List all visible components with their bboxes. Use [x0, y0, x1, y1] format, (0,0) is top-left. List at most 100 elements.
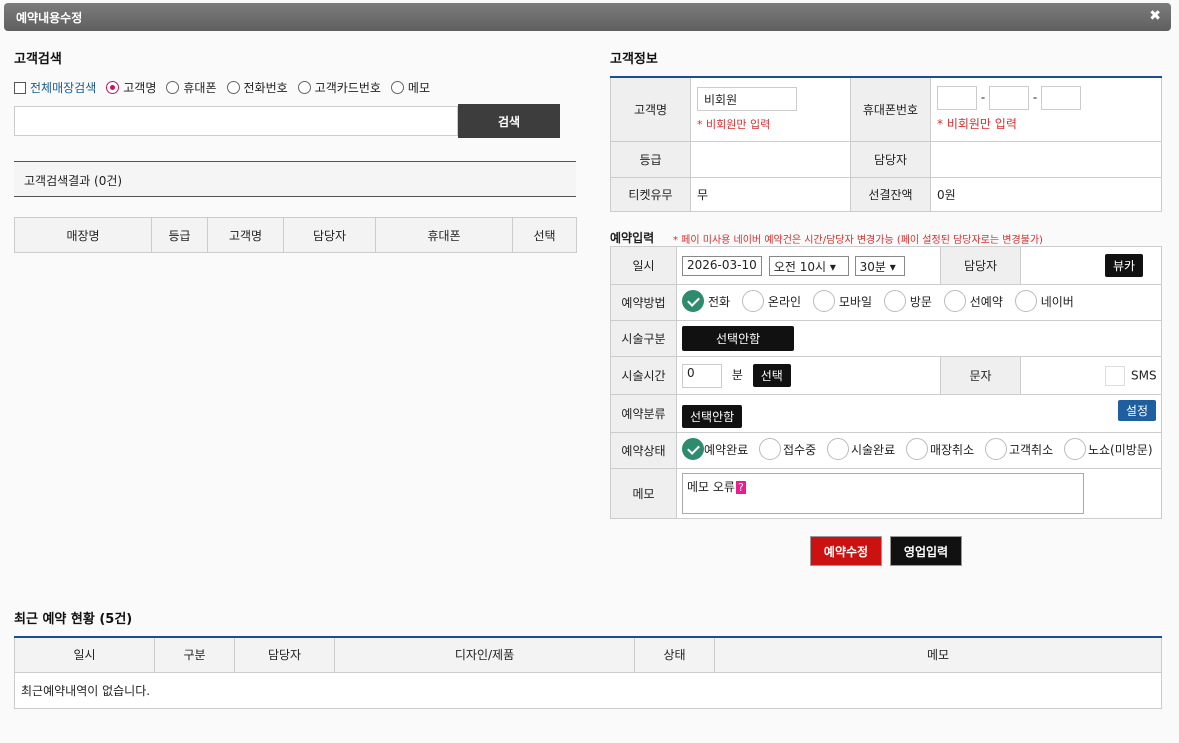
- minute-select[interactable]: 30분 ▾: [854, 255, 905, 276]
- all-stores-checkbox[interactable]: [14, 81, 26, 94]
- chevron-down-icon: ▾: [889, 259, 896, 274]
- staff-label: 담당자: [850, 140, 931, 178]
- category-select-button[interactable]: 선택안함: [682, 405, 743, 428]
- treatment-label: 시술구분: [610, 320, 677, 357]
- column-header: 디자인/제품: [334, 636, 635, 673]
- status-option-store-cancel[interactable]: 매장취소: [905, 438, 975, 460]
- status-label-text: 시술완료: [850, 442, 896, 457]
- reservation-staff-label: 담당자: [940, 246, 1021, 285]
- phone-note: * 비회원만 입력: [937, 117, 1017, 132]
- recent-heading: 최근 예약 현황 (5건): [14, 612, 133, 627]
- check-icon: [682, 438, 704, 460]
- circle-icon: [741, 290, 764, 312]
- hour-value: 오전 10시: [773, 259, 827, 274]
- circle-icon: [1014, 290, 1037, 312]
- column-header: 일시: [14, 636, 155, 673]
- radio-memo[interactable]: [390, 81, 404, 94]
- radio-customer-name[interactable]: [106, 81, 120, 94]
- method-option-visit[interactable]: 방문: [883, 290, 932, 312]
- status-option-done[interactable]: 시술완료: [826, 438, 896, 460]
- edit-reservation-button[interactable]: 예약수정: [810, 536, 882, 566]
- treatment-select-button[interactable]: 선택안함: [682, 326, 795, 351]
- method-option-naver[interactable]: 네이버: [1014, 290, 1074, 312]
- circle-icon: [905, 438, 928, 460]
- circle-icon: [984, 438, 1007, 460]
- category-label: 예약분류: [610, 394, 677, 433]
- phone-part-2-input[interactable]: [989, 86, 1029, 111]
- reservation-table: 일시 2026-03-10 오전 10시 ▾ 30분 ▾ 담당자 뷰카 예약방법…: [610, 246, 1162, 519]
- column-header: 구분: [154, 636, 235, 673]
- status-label-text: 매장취소: [929, 442, 975, 457]
- sms-label: SMS: [1131, 368, 1157, 382]
- prepaid-label: 선결잔액: [850, 176, 931, 212]
- radio-phone-label: 전화번호: [243, 81, 288, 95]
- recent-reservations-table: 일시 구분 담당자 디자인/제품 상태 메모 최근예약내역이 없습니다.: [14, 636, 1162, 709]
- duration-label: 시술시간: [610, 356, 677, 395]
- status-option-no-show[interactable]: 노쇼(미방문): [1063, 438, 1153, 460]
- phone-label: 휴대폰번호: [850, 76, 931, 142]
- grade-value: [690, 140, 851, 178]
- hour-select[interactable]: 오전 10시 ▾: [768, 255, 849, 276]
- column-header: 상태: [634, 636, 715, 673]
- customer-result-table: 매장명 등급 고객명 담당자 휴대폰 선택: [14, 217, 577, 253]
- status-label-text: 고객취소: [1008, 442, 1054, 457]
- search-result-summary: 고객검색결과 (0건): [14, 161, 576, 197]
- status-label: 예약상태: [610, 432, 677, 469]
- duration-input[interactable]: 0: [682, 363, 722, 388]
- message-label: 문자: [940, 356, 1021, 395]
- empty-message: 최근예약내역이 없습니다.: [14, 671, 1162, 709]
- method-option-online[interactable]: 온라인: [741, 290, 802, 312]
- column-header: 휴대폰: [375, 217, 513, 253]
- column-header: 선택: [512, 217, 577, 253]
- radio-card-number[interactable]: [297, 81, 311, 94]
- status-label-text: 접수중: [783, 442, 817, 457]
- method-option-prebook[interactable]: 선예약: [943, 290, 1003, 312]
- method-label-text: 방문: [909, 294, 932, 309]
- staff-value: [930, 140, 1162, 178]
- method-label-text: 선예약: [969, 294, 1003, 309]
- column-header: 등급: [151, 217, 208, 253]
- method-label-text: 전화: [708, 294, 731, 309]
- circle-icon: [1063, 438, 1086, 460]
- method-option-mobile[interactable]: 모바일: [812, 290, 872, 312]
- phone-part-1-input[interactable]: [937, 86, 977, 111]
- status-option-customer-cancel[interactable]: 고객취소: [984, 438, 1054, 460]
- search-button[interactable]: 검색: [458, 104, 560, 138]
- question-mark-icon: ?: [735, 481, 746, 494]
- reservation-heading: 예약입력: [610, 231, 655, 245]
- status-label-text: 예약완료: [704, 442, 749, 457]
- method-label-text: 온라인: [767, 294, 802, 309]
- customer-info-heading: 고객정보: [610, 52, 658, 67]
- sms-checkbox[interactable]: [1105, 365, 1125, 386]
- dialog-titlebar: 예약내용수정 ✖: [4, 3, 1171, 31]
- staff-select-button[interactable]: 뷰카: [1105, 254, 1144, 277]
- customer-search-input[interactable]: [14, 106, 458, 136]
- column-header: 고객명: [207, 217, 284, 253]
- phone-part-3-input[interactable]: [1041, 86, 1081, 111]
- radio-customer-name-label: 고객명: [123, 81, 157, 95]
- customer-name-input[interactable]: 비회원: [697, 86, 797, 111]
- column-header: 담당자: [234, 636, 335, 673]
- method-option-phone[interactable]: 전화: [682, 290, 730, 312]
- circle-icon: [943, 290, 966, 312]
- status-option-booked[interactable]: 예약완료: [682, 438, 748, 460]
- radio-phone[interactable]: [226, 81, 240, 94]
- sales-entry-button[interactable]: 영업입력: [890, 536, 962, 566]
- status-label-text: 노쇼(미방문): [1087, 442, 1153, 457]
- radio-mobile[interactable]: [166, 81, 180, 94]
- duration-select-button[interactable]: 선택: [752, 364, 791, 387]
- phone-separator: -: [1032, 90, 1038, 105]
- customer-info-table: 고객명 비회원 * 비회원만 입력 휴대폰번호 - - * 비회원만 입력 등급…: [610, 76, 1162, 212]
- status-option-received[interactable]: 접수중: [759, 438, 816, 460]
- ticket-label: 티켓유무: [610, 176, 691, 212]
- memo-label: 메모: [610, 468, 677, 519]
- date-input[interactable]: 2026-03-10: [682, 255, 762, 276]
- circle-icon: [826, 438, 849, 460]
- ticket-value: 무: [690, 176, 851, 212]
- close-icon[interactable]: ✖: [1149, 8, 1161, 24]
- method-label-text: 네이버: [1040, 294, 1074, 309]
- settings-button[interactable]: 설정: [1117, 400, 1156, 421]
- circle-icon: [759, 438, 781, 460]
- all-stores-label[interactable]: 전체매장검색: [30, 79, 96, 96]
- memo-textarea[interactable]: 메모 오류?: [682, 473, 1084, 514]
